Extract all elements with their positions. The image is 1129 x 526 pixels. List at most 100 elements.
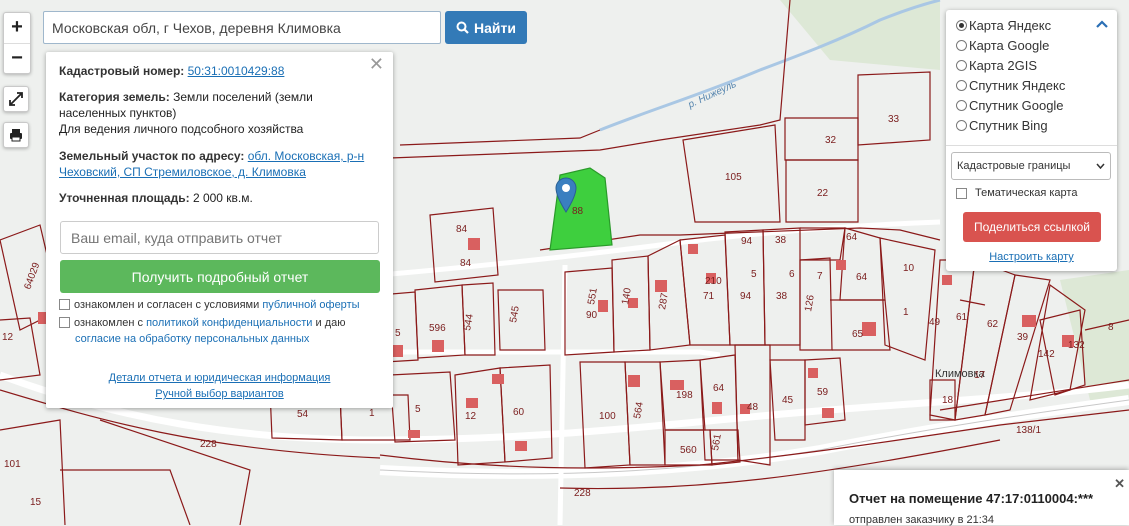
printer-icon xyxy=(10,129,22,142)
overlay-select[interactable]: Кадастровые границы xyxy=(951,152,1111,180)
layer-option-label: Спутник Яндекс xyxy=(969,77,1066,93)
layer-option-label: Карта 2GIS xyxy=(969,57,1038,73)
road-label: 228 xyxy=(574,488,591,499)
search-icon xyxy=(456,21,469,34)
cadastral-row: Кадастровый номер: 50:31:0010429:88 xyxy=(59,63,377,79)
configure-map-link[interactable]: Настроить карту xyxy=(946,251,1117,263)
layer-option[interactable]: Спутник Google xyxy=(956,95,1064,115)
zoom-in-button[interactable]: + xyxy=(4,13,30,43)
address-row: Земельный участок по адресу: обл. Москов… xyxy=(59,148,377,180)
parcel-number-label: 12 xyxy=(2,332,14,343)
address-label: Земельный участок по адресу: xyxy=(59,149,245,163)
search-button-label: Найти xyxy=(474,19,516,36)
parcel-number-label: 94 xyxy=(741,236,753,247)
road-label: 228 xyxy=(200,439,217,450)
layer-radio[interactable] xyxy=(956,119,967,131)
parcel-number-label: 49 xyxy=(929,317,941,328)
parcel-number-label: 18 xyxy=(942,395,954,406)
print-button[interactable] xyxy=(3,122,29,148)
cadastral-number-link[interactable]: 50:31:0010429:88 xyxy=(188,64,285,78)
parcel-number-label: 7 xyxy=(817,271,823,282)
layer-radio[interactable] xyxy=(956,39,967,51)
share-link-button[interactable]: Поделиться ссылкой xyxy=(963,212,1101,242)
layer-option[interactable]: Спутник Bing xyxy=(956,115,1048,135)
parcel-number-label: 198 xyxy=(676,390,693,401)
manual-selection-link[interactable]: Ручной выбор вариантов xyxy=(46,386,393,402)
thematic-checkbox[interactable] xyxy=(956,187,967,199)
parcel-number-label: 84 xyxy=(460,258,472,269)
layer-radio[interactable] xyxy=(956,79,967,91)
notification-title: Отчет на помещение 47:17:0110004:*** xyxy=(849,491,1094,506)
agree2-text: ознакомлен с xyxy=(74,317,144,329)
area-label: Уточненная площадь: xyxy=(59,191,190,205)
area-value: 2 000 кв.м. xyxy=(192,191,253,205)
agree1-text: ознакомлен и согласен с условиями xyxy=(74,299,260,311)
map-layers-panel: Карта Яндекс Карта Google Карта 2GIS Спутни… xyxy=(946,10,1117,271)
parcel-number-label: 94 xyxy=(740,291,752,302)
parcel-number-label: 64 xyxy=(846,232,858,243)
layer-radio[interactable] xyxy=(956,59,967,71)
notification-subtitle: отправлен заказчику в 21:34 xyxy=(849,514,995,526)
category-row: Категория земель: Земли поселений (земли… xyxy=(59,89,377,137)
parcel-number-label: 17 xyxy=(974,370,986,381)
parcel-number-label: 560 xyxy=(680,445,697,456)
parcel-number-label: 1 xyxy=(903,307,909,318)
parcel-number-label: 5 xyxy=(395,328,401,339)
layer-option[interactable]: Спутник Яндекс xyxy=(956,75,1065,95)
parcel-number-label: 22 xyxy=(817,188,829,199)
email-field[interactable] xyxy=(60,221,379,254)
thematic-label: Тематическая карта xyxy=(975,187,1078,199)
search-button[interactable]: Найти xyxy=(445,11,527,44)
parcel-number-label: 59 xyxy=(817,387,829,398)
close-icon[interactable]: ✕ xyxy=(1114,476,1125,492)
get-report-button[interactable]: Получить подробный отчет xyxy=(60,260,380,293)
parcel-number-label: 12 xyxy=(465,411,477,422)
parcel-number-label: 138/1 xyxy=(1016,425,1041,436)
parcel-number-label: 32 xyxy=(825,135,837,146)
parcel-number-label: 105 xyxy=(725,172,742,183)
public-offer-link[interactable]: публичной оферты xyxy=(262,299,359,311)
layer-option[interactable]: Карта 2GIS xyxy=(956,55,1037,75)
zoom-out-button[interactable]: − xyxy=(4,42,30,74)
layer-option[interactable]: Карта Яндекс xyxy=(956,15,1051,35)
report-details-link[interactable]: Детали отчета и юридическая информация xyxy=(46,370,393,386)
agree2-mid: и даю xyxy=(315,317,346,329)
parcel-number-label: 60 xyxy=(513,407,525,418)
cadastral-label: Кадастровый номер: xyxy=(59,64,185,78)
address-search-input[interactable] xyxy=(43,11,441,44)
layer-option[interactable]: Карта Google xyxy=(956,35,1049,55)
overlay-select-value: Кадастровые границы xyxy=(957,160,1071,172)
thematic-map-option[interactable]: Тематическая карта xyxy=(956,187,1077,199)
parcel-number-label: 210 xyxy=(705,276,722,287)
privacy-agreement: ознакомлен с политикой конфиденциальност… xyxy=(59,315,384,347)
parcel-number-label: 1 xyxy=(369,408,375,419)
parcel-info-popup: ✕ Кадастровый номер: 50:31:0010429:88 Ка… xyxy=(46,52,393,408)
parcel-number-label: 8 xyxy=(1108,322,1114,333)
parcel-number-label: 33 xyxy=(888,114,900,125)
parcel-number-label: 5 xyxy=(751,269,757,280)
offer-checkbox[interactable] xyxy=(59,299,70,310)
parcel-number-label: 61 xyxy=(956,312,968,323)
parcel-number-label: 10 xyxy=(903,263,915,274)
privacy-checkbox[interactable] xyxy=(59,317,70,328)
parcel-number-label: 65 xyxy=(852,329,864,340)
parcel-number-label: 84 xyxy=(456,224,468,235)
parcel-number-label: 62 xyxy=(987,319,999,330)
parcel-number-label: 48 xyxy=(747,402,759,413)
parcel-number-label: 54 xyxy=(297,409,309,420)
parcel-number-label: 64 xyxy=(713,383,725,394)
parcel-number-label: 90 xyxy=(586,310,598,321)
parcel-number-label: 39 xyxy=(1017,332,1029,343)
layer-option-label: Карта Яндекс xyxy=(969,17,1052,33)
personal-data-consent-link[interactable]: согласие на обработку персональных данны… xyxy=(59,333,309,345)
layer-radio[interactable] xyxy=(956,19,967,31)
divider xyxy=(946,145,1117,146)
parcel-number-label: 101 xyxy=(4,459,21,470)
layer-option-label: Спутник Google xyxy=(969,97,1064,113)
report-notification: ✕ Отчет на помещение 47:17:0110004:*** о… xyxy=(834,470,1129,526)
privacy-policy-link[interactable]: политикой конфиденциальности xyxy=(146,317,312,329)
layer-radio[interactable] xyxy=(956,99,967,111)
fullscreen-button[interactable] xyxy=(3,86,29,112)
chevron-down-icon xyxy=(1096,163,1105,169)
chevron-up-icon[interactable] xyxy=(1096,20,1108,28)
